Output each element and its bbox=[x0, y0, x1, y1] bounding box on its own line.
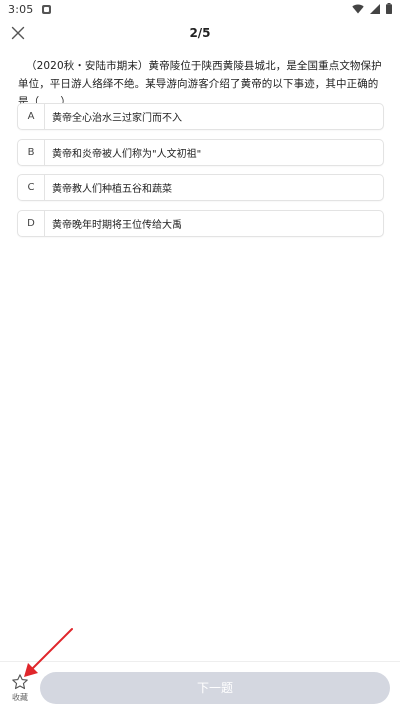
notification-icon bbox=[41, 4, 51, 14]
wifi-icon bbox=[352, 4, 364, 13]
quiz-screen: 3:05 2/5 （2020秋・安陆市期末）黄帝陵位于陕西黄陵县城北，是全国重点… bbox=[0, 0, 400, 711]
option-b[interactable]: B 黄帝和炎帝被人们称为"人文初祖" bbox=[17, 138, 384, 166]
option-a[interactable]: A 黄帝全心治水三过家门而不入 bbox=[17, 103, 384, 130]
favorite-label: 收藏 bbox=[12, 693, 28, 702]
status-time: 3:05 bbox=[8, 2, 34, 16]
bottom-divider bbox=[0, 661, 400, 662]
star-icon bbox=[12, 674, 28, 690]
option-text: 黄帝晚年时期将王位传给大禹 bbox=[52, 219, 182, 231]
option-letter: D bbox=[27, 217, 35, 229]
status-icons bbox=[352, 3, 392, 14]
close-button[interactable] bbox=[8, 23, 28, 43]
header: 2/5 bbox=[0, 18, 400, 48]
options-list: A 黄帝全心治水三过家门而不入 B 黄帝和炎帝被人们称为"人文初祖" C 黄帝教… bbox=[17, 103, 384, 245]
option-letter: A bbox=[27, 111, 35, 122]
option-c[interactable]: C 黄帝教人们种植五谷和蔬菜 bbox=[17, 174, 384, 201]
option-text: 黄帝全心治水三过家门而不入 bbox=[52, 113, 182, 124]
progress-indicator: 2/5 bbox=[189, 26, 211, 40]
signal-icon bbox=[370, 3, 380, 14]
close-icon bbox=[11, 26, 25, 40]
next-question-button[interactable]: 下一题 bbox=[40, 672, 390, 704]
option-text: 黄帝教人们种植五谷和蔬菜 bbox=[52, 184, 172, 195]
battery-icon bbox=[386, 3, 392, 14]
option-letter: B bbox=[27, 146, 35, 158]
favorite-button[interactable]: 收藏 bbox=[7, 673, 33, 705]
option-letter: C bbox=[27, 182, 35, 193]
option-d[interactable]: D 黄帝晚年时期将王位传给大禹 bbox=[17, 209, 384, 237]
option-text: 黄帝和炎帝被人们称为"人文初祖" bbox=[52, 148, 202, 160]
status-bar: 3:05 bbox=[0, 0, 400, 18]
